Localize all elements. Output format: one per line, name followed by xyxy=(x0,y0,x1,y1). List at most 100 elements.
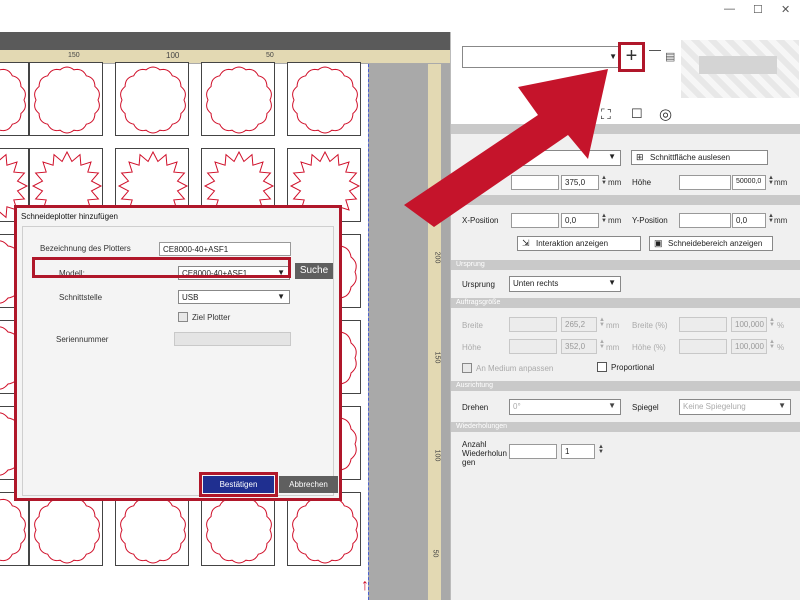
height-pct-slider[interactable] xyxy=(679,339,727,354)
origin-arrow-icon: ↑ xyxy=(361,577,369,594)
mirror-label: Spiegel xyxy=(632,403,659,412)
label-cell[interactable] xyxy=(29,492,103,566)
cut-shape xyxy=(34,496,100,564)
width-pct-field[interactable]: 100,000 xyxy=(731,317,767,332)
ruler-label: 100 xyxy=(433,449,441,462)
interface-label: Schnittstelle xyxy=(59,293,103,302)
window-titlebar: — ☐ ✕ xyxy=(0,0,800,32)
cut-shape xyxy=(0,498,26,562)
plotter-image xyxy=(681,40,799,98)
unit-label: mm xyxy=(606,343,620,352)
serial-input[interactable] xyxy=(174,332,291,346)
ruler-label: 50 xyxy=(266,52,274,59)
repeat-field[interactable]: 1 xyxy=(561,444,595,459)
document-icon[interactable]: ▤ xyxy=(665,50,675,63)
close-icon[interactable]: ✕ xyxy=(781,3,790,16)
spinner-icon[interactable]: ▲ ▼ xyxy=(599,339,605,350)
job-width-label: Breite xyxy=(462,321,483,330)
job-height-label: Höhe xyxy=(462,343,482,352)
fit-media-label: An Medium anpassen xyxy=(476,364,554,373)
show-interaction-button[interactable]: ⇲ Interaktion anzeigen xyxy=(517,236,641,251)
cut-shape xyxy=(0,68,26,132)
serial-label: Seriennummer xyxy=(56,335,109,344)
proportional-checkbox[interactable] xyxy=(597,362,607,372)
plotter-status-icon[interactable]: ☐ xyxy=(631,106,643,122)
maximize-icon[interactable]: ☐ xyxy=(753,3,763,16)
mirror-select[interactable]: Keine Spiegelung ▼ xyxy=(679,399,791,415)
cut-area-icon: ⊞ xyxy=(636,152,644,162)
job-height-slider[interactable] xyxy=(509,339,557,354)
section-header-repeat: Wiederholungen xyxy=(451,422,800,432)
ruler-label: 100 xyxy=(166,51,180,60)
label-cell[interactable] xyxy=(29,62,103,136)
rotate-select[interactable]: 0° ▼ xyxy=(509,399,621,415)
proportional-label: Proportional xyxy=(611,363,655,372)
ruler-label: 150 xyxy=(68,52,80,59)
height-slider[interactable] xyxy=(679,175,731,190)
chevron-down-icon: ▼ xyxy=(608,401,616,410)
label-cell[interactable] xyxy=(0,492,29,566)
chevron-down-icon: ▼ xyxy=(778,401,786,410)
cut-shape xyxy=(34,66,100,134)
label-cell[interactable] xyxy=(201,492,275,566)
search-button[interactable]: Suche xyxy=(295,263,333,279)
label-cell[interactable] xyxy=(115,492,189,566)
minimize-icon[interactable]: — xyxy=(724,3,735,15)
ruler-label: 150 xyxy=(433,351,441,364)
job-width-field[interactable]: 265,2 xyxy=(561,317,597,332)
chevron-down-icon: ▼ xyxy=(608,278,616,287)
model-highlight-frame xyxy=(32,257,291,278)
plotter-name-input[interactable]: CE8000-40+ASF1 xyxy=(159,242,291,256)
pointer-icon: ⇲ xyxy=(522,238,530,248)
job-width-slider[interactable] xyxy=(509,317,557,332)
spinner-icon[interactable]: ▲ ▼ xyxy=(769,339,775,350)
height-field[interactable]: 50000,0 xyxy=(732,175,766,190)
chevron-down-icon: ▼ xyxy=(277,292,285,301)
add-plotter-button[interactable]: + xyxy=(618,42,645,72)
label-cell[interactable] xyxy=(287,492,361,566)
cut-shape xyxy=(292,66,358,134)
origin-select[interactable]: Unten rechts ▼ xyxy=(509,276,621,292)
target-plotter-checkbox[interactable] xyxy=(178,312,188,322)
ruler-label: 50 xyxy=(431,549,439,558)
unit-label: % xyxy=(777,321,785,330)
cut-shape xyxy=(206,496,272,564)
target-plotter-label: Ziel Plotter xyxy=(192,313,231,322)
confirm-button[interactable]: Bestätigen xyxy=(203,476,274,493)
y-slider[interactable] xyxy=(679,213,731,228)
spinner-icon[interactable]: ▲ ▼ xyxy=(769,317,775,328)
unit-label: mm xyxy=(774,216,788,225)
job-height-field[interactable]: 352,0 xyxy=(561,339,597,354)
label-cell[interactable] xyxy=(115,62,189,136)
repeat-slider[interactable] xyxy=(509,444,557,459)
fit-media-checkbox[interactable] xyxy=(462,363,472,373)
canvas-top-strip xyxy=(0,32,450,50)
unit-label: % xyxy=(777,343,785,352)
plotter-image-shape xyxy=(699,56,777,74)
height-pct-field[interactable]: 100,000 xyxy=(731,339,767,354)
height-pct-label: Höhe (%) xyxy=(632,343,666,352)
section-header-orientation: Ausrichtung xyxy=(451,381,800,391)
sheet-edge-line xyxy=(368,64,369,600)
read-cut-area-button[interactable]: ⊞ Schnittfläche auslesen xyxy=(631,150,768,165)
label-cell[interactable] xyxy=(0,62,29,136)
interface-select[interactable]: USB ▼ xyxy=(178,290,290,304)
ruler-label: 200 xyxy=(433,251,441,264)
spinner-icon[interactable]: ▲ ▼ xyxy=(599,317,605,328)
repeat-label: Anzahl Wiederholun gen xyxy=(462,440,507,467)
cut-shape xyxy=(120,66,186,134)
label-cell[interactable] xyxy=(287,62,361,136)
section-header-jobsize: Auftragsgröße xyxy=(451,298,800,308)
dialog-title: Schneideplotter hinzufügen xyxy=(21,212,118,221)
cut-area-view-icon: ▣ xyxy=(654,238,663,248)
y-field[interactable]: 0,0 xyxy=(732,213,766,228)
show-cut-area-button[interactable]: ▣ Schneidebereich anzeigen xyxy=(649,236,773,251)
y-position-label: Y-Position xyxy=(632,216,668,225)
section-header-origin: Ursprung xyxy=(451,260,800,270)
spinner-icon[interactable]: ▲ ▼ xyxy=(598,444,604,455)
label-cell[interactable] xyxy=(201,62,275,136)
width-pct-slider[interactable] xyxy=(679,317,727,332)
help-lifebuoy-icon[interactable]: ◎ xyxy=(659,105,672,123)
cancel-button[interactable]: Abbrechen xyxy=(279,476,338,493)
cut-shape xyxy=(292,496,358,564)
